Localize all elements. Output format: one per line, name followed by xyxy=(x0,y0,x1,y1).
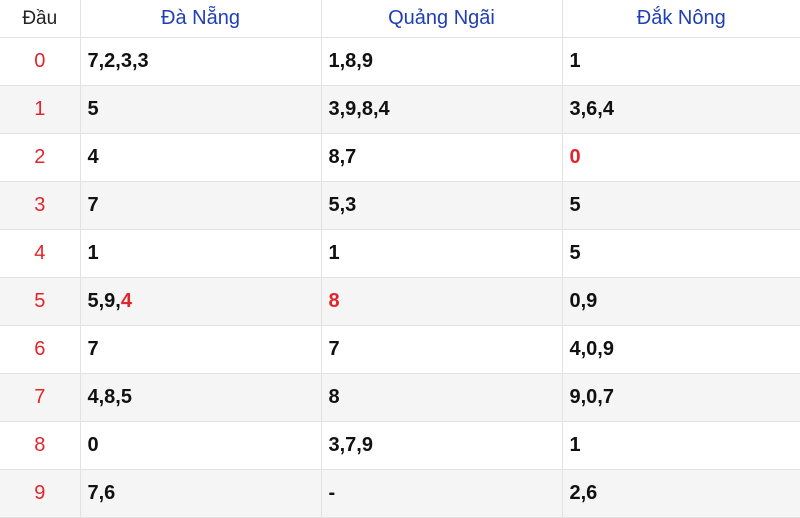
number-text: 3,9,8,4 xyxy=(328,98,390,120)
highlighted-number: 4 xyxy=(120,290,132,312)
cell-quang-ngai: 8 xyxy=(321,373,563,422)
table-row: 1 5 3,9,8,4 3,6,4 xyxy=(0,85,800,134)
number-text: 0,9 xyxy=(569,290,598,312)
number-text: 5 xyxy=(569,194,581,216)
table-header-row: Đầu Đà Nẵng Quảng Ngãi Đắk Nông xyxy=(0,0,800,38)
row-head-digit: 8 xyxy=(0,421,81,470)
number-text: 3,7,9 xyxy=(328,434,373,456)
table-row: 5 5,9,4 8 0,9 xyxy=(0,277,800,326)
header-province-da-nang[interactable]: Đà Nẵng xyxy=(80,0,322,38)
number-text: 1,8,9 xyxy=(328,50,373,72)
table-row: 3 7 5,3 5 xyxy=(0,181,800,230)
row-head-digit: 5 xyxy=(0,277,81,326)
number-text: 1 xyxy=(87,242,99,264)
cell-da-nang: 4,8,5 xyxy=(80,373,322,422)
number-text: 5,9, xyxy=(87,290,121,312)
number-text: 5 xyxy=(87,98,99,120)
cell-dak-nong: 9,0,7 xyxy=(562,373,800,422)
number-text: - xyxy=(328,482,336,504)
cell-dak-nong: 1 xyxy=(562,37,800,86)
cell-quang-ngai: 3,7,9 xyxy=(321,421,563,470)
number-text: 9,0,7 xyxy=(569,386,614,408)
cell-dak-nong: 0 xyxy=(562,133,800,182)
row-head-digit: 7 xyxy=(0,373,81,422)
cell-dak-nong: 5 xyxy=(562,181,800,230)
cell-quang-ngai: 7 xyxy=(321,325,563,374)
number-text: 1 xyxy=(569,434,581,456)
highlighted-number: 0 xyxy=(569,146,581,168)
cell-dak-nong: 0,9 xyxy=(562,277,800,326)
table-row: 8 0 3,7,9 1 xyxy=(0,421,800,470)
table-row: 7 4,8,5 8 9,0,7 xyxy=(0,373,800,422)
number-text: 0 xyxy=(87,434,99,456)
number-text: 4,8,5 xyxy=(87,386,132,408)
table-body: 0 7,2,3,3 1,8,9 1 1 5 3,9,8,4 3,6,4 2 4 8,7 0 3 7 5,3 5… xyxy=(0,37,800,518)
number-text: 7,6 xyxy=(87,482,116,504)
number-text: 7 xyxy=(87,338,99,360)
header-province-quang-ngai[interactable]: Quảng Ngãi xyxy=(321,0,563,38)
row-head-digit: 0 xyxy=(0,37,81,86)
table-row: 9 7,6 - 2,6 xyxy=(0,469,800,518)
cell-da-nang: 5 xyxy=(80,85,322,134)
cell-dak-nong: 2,6 xyxy=(562,469,800,518)
cell-da-nang: 0 xyxy=(80,421,322,470)
cell-da-nang: 4 xyxy=(80,133,322,182)
cell-quang-ngai: - xyxy=(321,469,563,518)
row-head-digit: 2 xyxy=(0,133,81,182)
number-text: 4,0,9 xyxy=(569,338,614,360)
cell-quang-ngai: 3,9,8,4 xyxy=(321,85,563,134)
cell-quang-ngai: 5,3 xyxy=(321,181,563,230)
number-text: 7 xyxy=(87,194,99,216)
row-head-digit: 1 xyxy=(0,85,81,134)
number-text: 5,3 xyxy=(328,194,357,216)
row-head-digit: 9 xyxy=(0,469,81,518)
number-text: 7,2,3,3 xyxy=(87,50,149,72)
table-row: 2 4 8,7 0 xyxy=(0,133,800,182)
lottery-head-table: Đầu Đà Nẵng Quảng Ngãi Đắk Nông 0 7,2,3,3… xyxy=(0,0,800,518)
highlighted-number: 8 xyxy=(328,290,340,312)
number-text: 1 xyxy=(569,50,581,72)
table-row: 4115 xyxy=(0,229,800,278)
cell-dak-nong: 3,6,4 xyxy=(562,85,800,134)
cell-da-nang: 7,2,3,3 xyxy=(80,37,322,86)
number-text: 8 xyxy=(328,386,340,408)
table-row: 6 7 7 4,0,9 xyxy=(0,325,800,374)
row-head-digit: 6 xyxy=(0,325,81,374)
row-head-digit: 4 xyxy=(0,229,81,278)
cell-da-nang: 7 xyxy=(80,181,322,230)
cell-dak-nong: 1 xyxy=(562,421,800,470)
number-text: 1 xyxy=(328,242,340,264)
cell-dak-nong: 4,0,9 xyxy=(562,325,800,374)
cell-da-nang: 5,9,4 xyxy=(80,277,322,326)
cell-dak-nong: 5 xyxy=(562,229,800,278)
cell-da-nang: 7 xyxy=(80,325,322,374)
header-province-dak-nong[interactable]: Đắk Nông xyxy=(562,0,800,38)
cell-da-nang: 7,6 xyxy=(80,469,322,518)
cell-quang-ngai: 8,7 xyxy=(321,133,563,182)
cell-da-nang: 1 xyxy=(80,229,322,278)
number-text: 5 xyxy=(569,242,581,264)
header-dau: Đầu xyxy=(0,0,81,38)
number-text: 4 xyxy=(87,146,99,168)
number-text: 2,6 xyxy=(569,482,598,504)
cell-quang-ngai: 1,8,9 xyxy=(321,37,563,86)
row-head-digit: 3 xyxy=(0,181,81,230)
number-text: 8,7 xyxy=(328,146,357,168)
cell-quang-ngai: 1 xyxy=(321,229,563,278)
number-text: 3,6,4 xyxy=(569,98,614,120)
table-row: 0 7,2,3,3 1,8,9 1 xyxy=(0,37,800,86)
cell-quang-ngai: 8 xyxy=(321,277,563,326)
number-text: 7 xyxy=(328,338,340,360)
